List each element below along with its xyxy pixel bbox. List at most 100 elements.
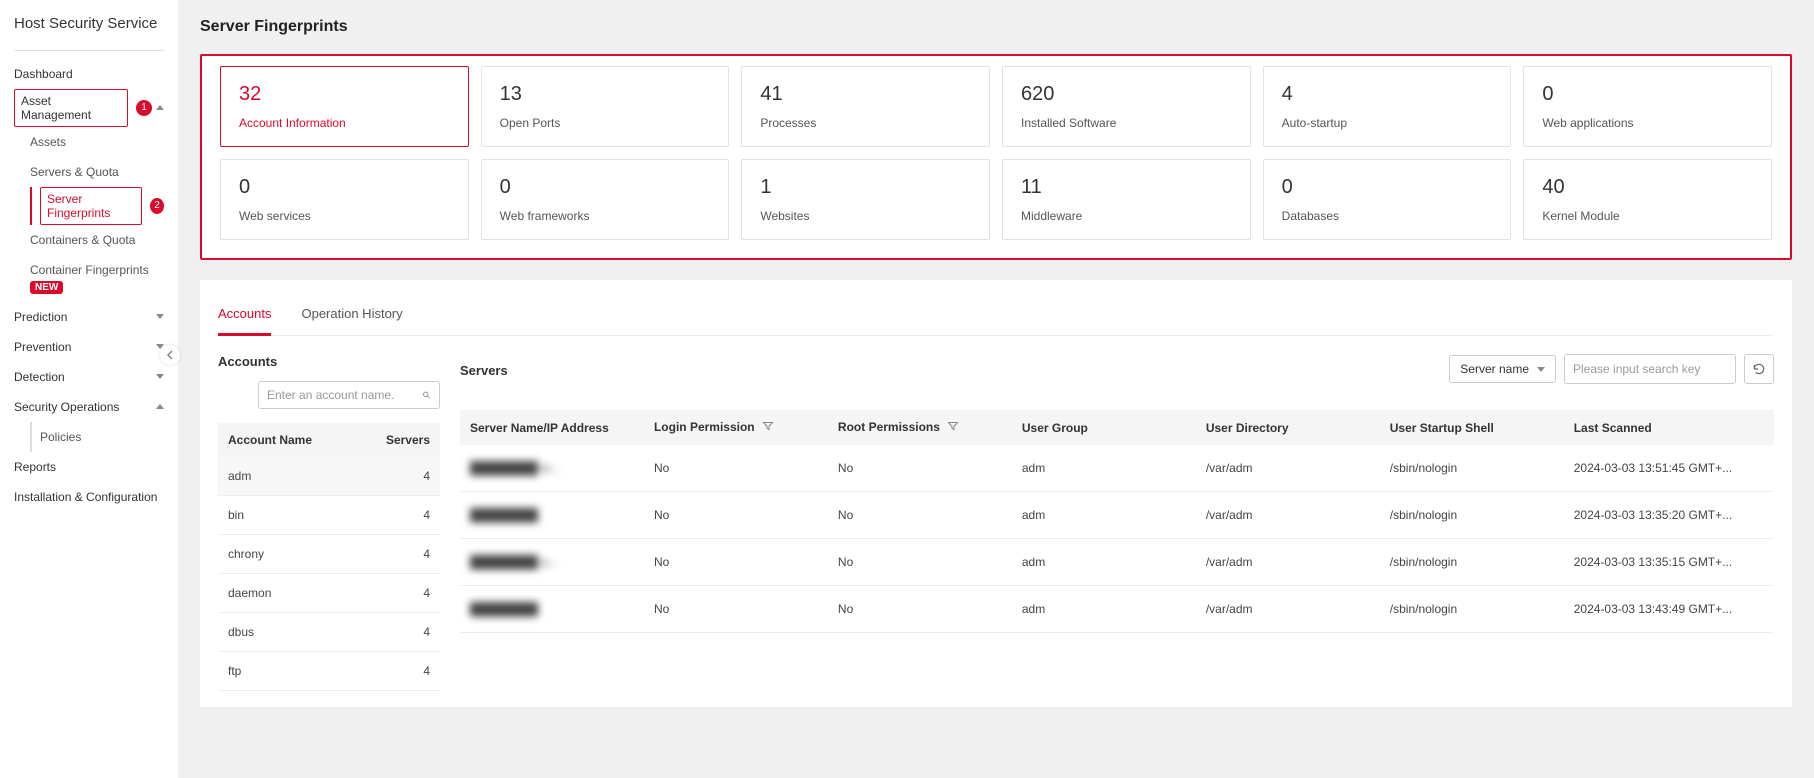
sidebar-item-container-fingerprints[interactable]: Container Fingerprints NEW: [30, 255, 164, 302]
card-value: 0: [500, 176, 711, 199]
server-search-input[interactable]: [1573, 362, 1728, 376]
sidebar-item-label: Installation & Configuration: [14, 490, 157, 504]
col-user-group[interactable]: User Group: [1012, 410, 1196, 445]
col-root-permissions[interactable]: Root Permissions: [828, 410, 1012, 445]
account-row[interactable]: chrony4: [218, 535, 440, 574]
card-label: Installed Software: [1021, 116, 1232, 130]
servers-heading: Servers: [460, 363, 508, 378]
server-row[interactable]: ████████ w...NoNoadm/var/adm/sbin/nologi…: [460, 445, 1774, 492]
account-name-cell: daemon: [218, 574, 355, 613]
fingerprint-card[interactable]: 0Web applications: [1523, 66, 1772, 147]
user-startup-shell-cell: /sbin/nologin: [1380, 492, 1564, 539]
account-name-cell: bin: [218, 496, 355, 535]
root-permissions-cell: No: [828, 586, 1012, 633]
account-row[interactable]: ftp4: [218, 652, 440, 691]
col-label: Login Permission: [654, 420, 755, 434]
card-label: Web frameworks: [500, 209, 711, 223]
account-servers-cell: 4: [355, 457, 440, 496]
sidebar-item-prevention[interactable]: Prevention: [14, 332, 164, 362]
sidebar-item-label: Asset Management: [21, 94, 121, 122]
col-account-name[interactable]: Account Name: [218, 423, 355, 457]
servers-table: Server Name/IP Address Login Permission …: [460, 410, 1774, 633]
col-user-startup-shell[interactable]: User Startup Shell: [1380, 410, 1564, 445]
filter-icon[interactable]: [947, 420, 959, 435]
root-permissions-cell: No: [828, 539, 1012, 586]
fingerprint-card[interactable]: 4Auto-startup: [1263, 66, 1512, 147]
sidebar-item-security-operations[interactable]: Security Operations: [14, 392, 164, 422]
card-value: 32: [239, 83, 450, 106]
tab-operation-history[interactable]: Operation History: [301, 296, 402, 336]
sidebar-item-label: Prediction: [14, 310, 67, 324]
server-row[interactable]: ████████NoNoadm/var/adm/sbin/nologin2024…: [460, 492, 1774, 539]
search-icon: [422, 388, 431, 402]
server-row[interactable]: ████████ a...NoNoadm/var/adm/sbin/nologi…: [460, 539, 1774, 586]
account-name-cell: chrony: [218, 535, 355, 574]
sidebar-item-assets[interactable]: Assets: [30, 127, 164, 157]
card-value: 40: [1542, 176, 1753, 199]
card-label: Open Ports: [500, 116, 711, 130]
app-title: Host Security Service: [14, 8, 164, 46]
server-filter-select[interactable]: Server name: [1449, 355, 1556, 383]
sidebar-item-label: Servers & Quota: [30, 165, 119, 179]
col-login-permission[interactable]: Login Permission: [644, 410, 828, 445]
fingerprint-card[interactable]: 0 Web frameworks: [481, 159, 730, 240]
fingerprint-card[interactable]: 32Account Information: [220, 66, 469, 147]
chevron-down-icon: [156, 374, 164, 379]
new-badge: NEW: [30, 281, 63, 294]
fingerprint-card[interactable]: 620 Installed Software: [1002, 66, 1251, 147]
account-search-box[interactable]: [258, 381, 440, 409]
server-row[interactable]: ████████NoNoadm/var/adm/sbin/nologin2024…: [460, 586, 1774, 633]
sidebar-item-reports[interactable]: Reports: [14, 452, 164, 482]
sidebar-item-containers-quota[interactable]: Containers & Quota: [30, 225, 164, 255]
col-last-scanned[interactable]: Last Scanned: [1564, 410, 1774, 445]
fingerprint-card[interactable]: 11Middleware: [1002, 159, 1251, 240]
sidebar-item-installation-configuration[interactable]: Installation & Configuration: [14, 482, 164, 512]
server-search-box[interactable]: [1564, 354, 1736, 384]
fingerprint-card[interactable]: 0Databases: [1263, 159, 1512, 240]
account-name-cell: adm: [218, 457, 355, 496]
last-scanned-cell: 2024-03-03 13:35:15 GMT+...: [1564, 539, 1774, 586]
sidebar-item-detection[interactable]: Detection: [14, 362, 164, 392]
card-value: 620: [1021, 83, 1232, 106]
user-group-cell: adm: [1012, 539, 1196, 586]
tabs: Accounts Operation History: [218, 296, 1774, 336]
card-label: Middleware: [1021, 209, 1232, 223]
account-row[interactable]: adm4: [218, 457, 440, 496]
login-permission-cell: No: [644, 445, 828, 492]
account-row[interactable]: dbus4: [218, 613, 440, 652]
user-directory-cell: /var/adm: [1196, 586, 1380, 633]
fingerprint-card[interactable]: 40Kernel Module: [1523, 159, 1772, 240]
page-title: Server Fingerprints: [178, 0, 1814, 54]
sidebar-item-asset-management[interactable]: Asset Management: [14, 89, 128, 127]
chevron-left-icon: [166, 350, 174, 360]
chevron-up-icon[interactable]: [156, 105, 164, 110]
sidebar-collapse-button[interactable]: [160, 345, 180, 365]
account-name-cell: dbus: [218, 613, 355, 652]
sidebar-item-label: Assets: [30, 135, 66, 149]
sidebar-item-prediction[interactable]: Prediction: [14, 302, 164, 332]
account-servers-cell: 4: [355, 496, 440, 535]
tab-accounts[interactable]: Accounts: [218, 296, 271, 336]
col-user-directory[interactable]: User Directory: [1196, 410, 1380, 445]
sidebar-item-server-fingerprints[interactable]: Server Fingerprints: [40, 187, 142, 225]
fingerprint-cards-panel: 32Account Information13Open Ports41Proce…: [200, 54, 1792, 260]
main-content: Server Fingerprints 32Account Informatio…: [178, 0, 1814, 778]
col-servers-count[interactable]: Servers: [355, 423, 440, 457]
fingerprint-card[interactable]: 1Websites: [741, 159, 990, 240]
fingerprint-card[interactable]: 13Open Ports: [481, 66, 730, 147]
fingerprint-card[interactable]: 0Web services: [220, 159, 469, 240]
account-servers-cell: 4: [355, 652, 440, 691]
sidebar-item-dashboard[interactable]: Dashboard: [14, 59, 164, 89]
card-value: 0: [1282, 176, 1493, 199]
sidebar-item-policies[interactable]: Policies: [40, 422, 164, 452]
col-server-name[interactable]: Server Name/IP Address: [460, 410, 644, 445]
fingerprint-card[interactable]: 41Processes: [741, 66, 990, 147]
account-row[interactable]: bin4: [218, 496, 440, 535]
account-row[interactable]: daemon4: [218, 574, 440, 613]
user-directory-cell: /var/adm: [1196, 492, 1380, 539]
refresh-icon: [1752, 362, 1766, 376]
filter-icon[interactable]: [762, 420, 774, 435]
sidebar-item-servers-quota[interactable]: Servers & Quota: [30, 157, 164, 187]
account-search-input[interactable]: [267, 388, 422, 402]
refresh-button[interactable]: [1744, 354, 1774, 384]
